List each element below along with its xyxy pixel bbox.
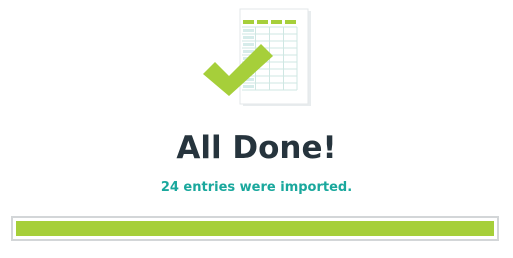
progress-bar [11, 216, 499, 241]
import-summary-text: 24 entries were imported. [160, 180, 353, 195]
import-complete-icon [199, 8, 315, 108]
page-title: All Done! [176, 130, 337, 166]
spreadsheet-with-checkmark-icon [203, 8, 311, 106]
progress-track [16, 221, 494, 236]
progress-fill [16, 221, 494, 236]
